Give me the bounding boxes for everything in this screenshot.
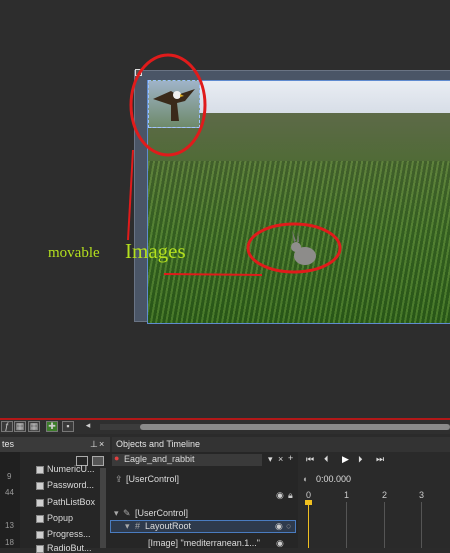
objects-timeline-tab[interactable]: Objects and Timeline — [112, 439, 200, 449]
ruler-tick: 2 — [382, 490, 388, 500]
control-icon — [36, 545, 44, 553]
timeline-gridline — [346, 502, 347, 548]
control-icon — [36, 499, 44, 507]
eagle-highlight-ellipse — [129, 53, 207, 157]
usercontrol-node-icon: ✎ — [123, 508, 131, 518]
storyboard-name: Eagle_and_rabbit — [124, 454, 195, 464]
close-storyboard-icon[interactable]: × — [278, 454, 283, 464]
timeline-gridline — [384, 502, 385, 548]
playhead[interactable] — [308, 502, 309, 548]
annotation-overlay — [127, 53, 342, 276]
scope-root[interactable]: [UserControl] — [126, 474, 179, 484]
control-icon — [36, 466, 44, 474]
playhead-handle[interactable] — [305, 500, 312, 505]
objects-panel-header: Objects and Timeline — [112, 437, 450, 452]
rabbit-highlight-ellipse — [246, 222, 342, 274]
ruler-tick: 1 — [344, 490, 350, 500]
play-icon[interactable]: ▶ — [342, 454, 349, 465]
grid-snap-icon[interactable]: ▦ — [28, 421, 40, 432]
objects-panel: ● Eagle_and_rabbit ▾ × + ⇪ [UserControl]… — [108, 452, 298, 548]
lock-dot-icon[interactable]: ○ — [286, 521, 291, 531]
control-icon — [36, 531, 44, 539]
previous-frame-icon[interactable]: ⏴ — [324, 454, 329, 465]
line-number: 13 — [5, 521, 14, 530]
ruler-tick: 0 — [306, 490, 312, 500]
line-gutter — [0, 452, 20, 548]
storyboard-picker[interactable]: ● Eagle_and_rabbit — [112, 453, 262, 466]
assets-panel: 9 44 13 18 NumericU... Password... PathL… — [0, 452, 108, 553]
first-frame-icon[interactable]: ⏮ — [306, 454, 314, 465]
control-icon — [36, 482, 44, 490]
timeline-panel: ⏮ ⏴ ▶ ⏵ ⏭ ◖ 0:00.000 0 1 2 3 — [298, 452, 450, 548]
annotation-movable: movable — [48, 245, 100, 261]
list-item[interactable]: RadioBut... — [47, 543, 92, 553]
states-tab[interactable]: tes — [0, 439, 14, 449]
record-icon: ● — [114, 453, 120, 463]
list-item[interactable]: Password... — [47, 480, 94, 490]
tree-item-label: LayoutRoot — [145, 521, 192, 531]
annotation-underline — [163, 273, 263, 276]
scroll-left-icon[interactable]: ◂ — [82, 421, 94, 432]
list-item[interactable]: Progress... — [47, 529, 91, 539]
assets-scrollbar[interactable] — [100, 468, 106, 548]
ruler-tick: 3 — [419, 490, 425, 500]
expand-icon[interactable]: ▾ — [114, 508, 119, 519]
annotation-images: Images — [125, 239, 186, 263]
timeline-gridline — [421, 502, 422, 548]
eye-icon[interactable]: ◉ — [275, 521, 283, 532]
snap-lines-icon[interactable]: ✚ — [46, 421, 58, 432]
list-item[interactable]: NumericU... — [47, 464, 95, 474]
grid-icon[interactable]: ▦ — [14, 421, 26, 432]
record-keyframe-icon[interactable]: ◖ — [302, 474, 307, 484]
scrollbar-thumb[interactable] — [140, 424, 450, 430]
line-number: 18 — [5, 538, 14, 547]
next-frame-icon[interactable]: ⏵ — [358, 454, 363, 465]
tree-item-selected[interactable]: ▾ # LayoutRoot ◉ ○ — [110, 520, 296, 533]
list-item[interactable]: Popup — [47, 513, 73, 523]
pin-icon[interactable]: ⊥ — [90, 437, 98, 452]
states-panel-header: tes ⊥ × — [0, 437, 110, 452]
usercontrol-icon: ⇪ — [115, 474, 123, 484]
annotation-connector-line — [127, 149, 134, 241]
grid-node-icon: # — [135, 521, 141, 531]
time-readout[interactable]: 0:00.000 — [316, 474, 351, 484]
annotation-icon[interactable]: ▪ — [62, 421, 74, 432]
effects-icon[interactable]: ƒ — [1, 421, 13, 432]
expand-icon[interactable]: ▾ — [125, 521, 130, 532]
storyboard-dropdown-icon[interactable]: ▾ — [268, 454, 273, 465]
eye-icon[interactable]: ◉ — [276, 538, 284, 549]
tree-item[interactable]: [UserControl] — [135, 508, 188, 518]
add-storyboard-icon[interactable]: + — [288, 453, 293, 463]
line-number: 9 — [7, 472, 12, 481]
last-frame-icon[interactable]: ⏭ — [376, 454, 384, 465]
list-item[interactable]: PathListBox — [47, 497, 95, 507]
tree-item[interactable]: [Image] "mediterranean.1..." — [148, 538, 260, 548]
line-number: 44 — [5, 488, 14, 497]
control-icon — [36, 515, 44, 523]
lock-icon[interactable]: 🔒︎ — [288, 490, 293, 501]
eye-icon[interactable]: ◉ — [276, 490, 284, 501]
close-icon[interactable]: × — [99, 437, 104, 452]
